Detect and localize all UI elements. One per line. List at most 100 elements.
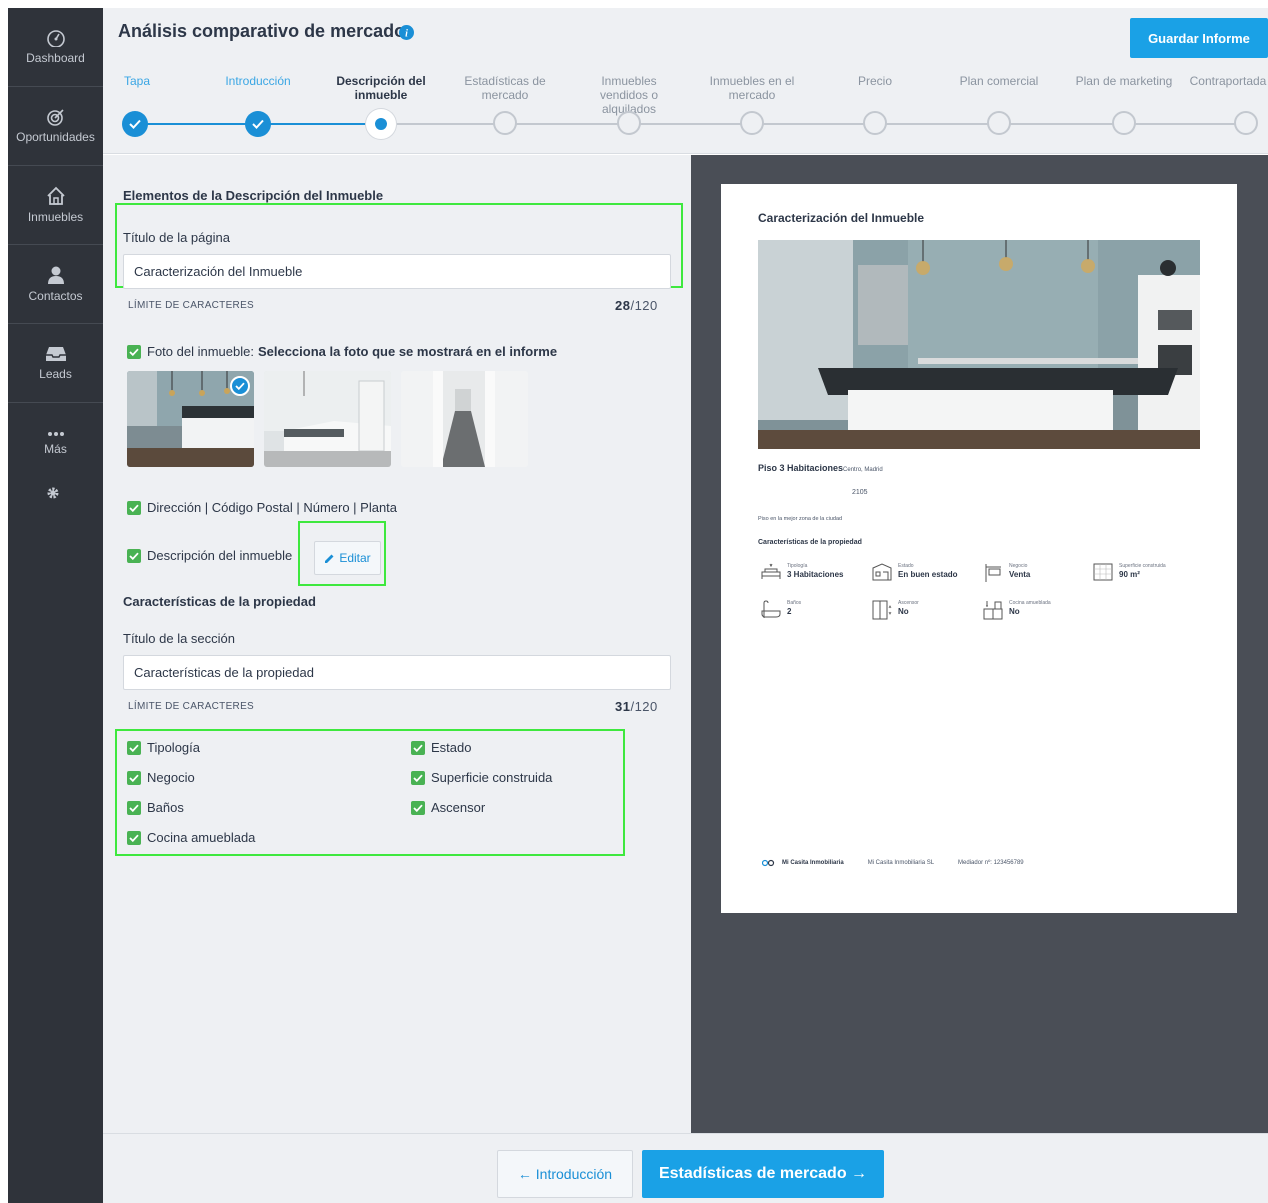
step-label-plan-comercial[interactable]: Plan comercial bbox=[944, 74, 1054, 88]
sidebar: Dashboard Oportunidades Inmuebles Contac… bbox=[8, 8, 103, 1203]
feature-label: Ascensor bbox=[431, 800, 486, 815]
pencil-icon bbox=[325, 554, 334, 563]
step-dot-precio[interactable] bbox=[863, 111, 887, 135]
photo-hint: Selecciona la foto que se mostrará en el… bbox=[257, 344, 558, 359]
char-count: 28 bbox=[615, 298, 631, 313]
feature-label: Tipología bbox=[147, 740, 200, 755]
step-label-vendidos[interactable]: Inmuebles vendidos o alquilados bbox=[589, 74, 669, 116]
preview-property-name: Piso 3 Habitaciones bbox=[758, 463, 844, 473]
elevator-icon bbox=[872, 600, 892, 620]
feature-label: Superficie construida bbox=[431, 770, 553, 785]
step-dot-vendidos[interactable] bbox=[617, 111, 641, 135]
photo-thumbnail[interactable] bbox=[264, 371, 391, 467]
step-dot-estadisticas[interactable] bbox=[493, 111, 517, 135]
step-dot-en-mercado[interactable] bbox=[740, 111, 764, 135]
sidebar-item-label: Leads bbox=[39, 367, 72, 381]
check-icon bbox=[129, 119, 141, 129]
checkbox-checked-icon bbox=[411, 800, 425, 815]
sidebar-item-label: Contactos bbox=[28, 289, 83, 303]
feature-checkbox-banos[interactable]: Baños bbox=[127, 800, 184, 815]
sidebar-item-label: Más bbox=[44, 441, 67, 456]
hallway-photo bbox=[401, 371, 528, 467]
sidebar-item-dashboard[interactable]: Dashboard bbox=[8, 8, 103, 87]
svg-text:i: i bbox=[405, 29, 408, 40]
info-icon[interactable]: i bbox=[399, 25, 414, 45]
features-heading: Características de la propiedad bbox=[123, 594, 316, 609]
sidebar-item-label: Oportunidades bbox=[16, 130, 95, 144]
photo-thumbnail-selected[interactable] bbox=[127, 371, 254, 467]
checkbox-checked-icon bbox=[127, 800, 141, 815]
sidebar-item-oportunidades[interactable]: Oportunidades bbox=[8, 87, 103, 166]
sidebar-item-label: Inmuebles bbox=[27, 210, 84, 224]
page-title-input[interactable] bbox=[123, 254, 671, 289]
char-count: 31 bbox=[615, 699, 631, 714]
step-label-contraportada[interactable]: Contraportada bbox=[1183, 74, 1268, 88]
feature-checkbox-cocina[interactable]: Cocina amueblada bbox=[127, 830, 255, 845]
feature-checkbox-ascensor[interactable]: Ascensor bbox=[411, 800, 485, 815]
step-label-plan-marketing[interactable]: Plan de marketing bbox=[1069, 74, 1179, 88]
report-preview-panel: Caracterización del Inmueble Piso 3 Habi… bbox=[691, 155, 1268, 1133]
sidebar-item-leads[interactable]: Leads bbox=[8, 324, 103, 403]
sidebar-item-mas[interactable]: Más bbox=[8, 403, 103, 482]
description-checkbox[interactable]: Descripción del inmueble bbox=[127, 548, 292, 563]
preview-feature: Ascensor No bbox=[872, 600, 919, 620]
checkbox-checked-icon bbox=[411, 740, 425, 755]
char-counter: 31/120 bbox=[615, 699, 658, 714]
step-label-estadisticas[interactable]: Estadísticas de mercado bbox=[455, 74, 555, 102]
step-label-tapa[interactable]: Tapa bbox=[92, 74, 182, 88]
photo-checkbox[interactable]: Foto del inmueble: Selecciona la foto qu… bbox=[127, 344, 557, 359]
step-label-en-mercado[interactable]: Inmuebles en el mercado bbox=[702, 74, 802, 102]
photo-thumbnail[interactable] bbox=[401, 371, 528, 467]
sidebar-item-contactos[interactable]: Contactos bbox=[8, 245, 103, 324]
step-dot-introduccion[interactable] bbox=[245, 111, 271, 137]
step-dot-plan-comercial[interactable] bbox=[987, 111, 1011, 135]
edit-label: Editar bbox=[339, 551, 371, 565]
inbox-icon bbox=[45, 345, 67, 363]
target-icon bbox=[46, 108, 66, 126]
address-checkbox[interactable]: Dirección | Código Postal | Número | Pla… bbox=[127, 500, 397, 515]
sidebar-item-label: Dashboard bbox=[26, 51, 85, 65]
page-title: Análisis comparativo de mercado bbox=[118, 21, 406, 41]
checkbox-checked-icon bbox=[127, 770, 141, 785]
photo-label: Foto del inmueble: bbox=[147, 344, 254, 359]
selected-check-icon bbox=[230, 376, 250, 396]
header: Análisis comparativo de mercado i Guarda… bbox=[103, 8, 1268, 154]
step-dot-descripcion[interactable] bbox=[366, 109, 396, 139]
preview-footer: Mi Casita Inmobiliaria Mi Casita Inmobil… bbox=[762, 859, 1024, 867]
gear-icon[interactable] bbox=[46, 486, 60, 505]
preview-feature: Baños 2 bbox=[761, 600, 801, 620]
sign-post-icon bbox=[985, 564, 1001, 582]
step-dot-plan-marketing[interactable] bbox=[1112, 111, 1136, 135]
feature-label: Cocina amueblada bbox=[147, 830, 256, 845]
more-icon bbox=[46, 430, 66, 438]
checkbox-checked-icon bbox=[411, 770, 425, 785]
step-dot-contraportada[interactable] bbox=[1234, 111, 1258, 135]
feature-checkbox-estado[interactable]: Estado bbox=[411, 740, 471, 755]
feature-value: No bbox=[898, 607, 909, 616]
section-title-input[interactable] bbox=[123, 655, 671, 690]
feature-checkbox-negocio[interactable]: Negocio bbox=[127, 770, 195, 785]
feature-checkbox-superficie[interactable]: Superficie construida bbox=[411, 770, 552, 785]
building-state-icon bbox=[872, 563, 892, 581]
property-photo bbox=[758, 240, 1200, 449]
check-icon bbox=[252, 119, 264, 129]
page-title-label: Título de la página bbox=[123, 230, 230, 245]
feature-checkbox-tipologia[interactable]: Tipología bbox=[127, 740, 200, 755]
step-label-precio[interactable]: Precio bbox=[830, 74, 920, 88]
previous-step-button[interactable]: ← Introducción bbox=[497, 1150, 633, 1198]
step-dot-tapa[interactable] bbox=[122, 111, 148, 137]
step-label-introduccion[interactable]: Introducción bbox=[213, 74, 303, 88]
feature-label: Baños bbox=[147, 800, 184, 815]
edit-description-button[interactable]: Editar bbox=[314, 541, 381, 575]
preview-title: Caracterización del Inmueble bbox=[758, 211, 925, 225]
next-step-button[interactable]: Estadísticas de mercado → bbox=[642, 1150, 884, 1198]
preview-feature: Cocina amueblada No bbox=[983, 600, 1051, 620]
sidebar-item-inmuebles[interactable]: Inmuebles bbox=[8, 166, 103, 245]
save-report-button[interactable]: Guardar Informe bbox=[1130, 18, 1268, 58]
preview-footer-mediator: Mediador nº: 123456789 bbox=[958, 860, 1024, 866]
step-label-descripcion[interactable]: Descripción del inmueble bbox=[331, 74, 431, 102]
kitchen-icon bbox=[983, 601, 1003, 620]
feature-value: 90 m² bbox=[1119, 570, 1140, 579]
preview-number: 2105 bbox=[852, 489, 868, 496]
feature-value: No bbox=[1009, 607, 1020, 616]
